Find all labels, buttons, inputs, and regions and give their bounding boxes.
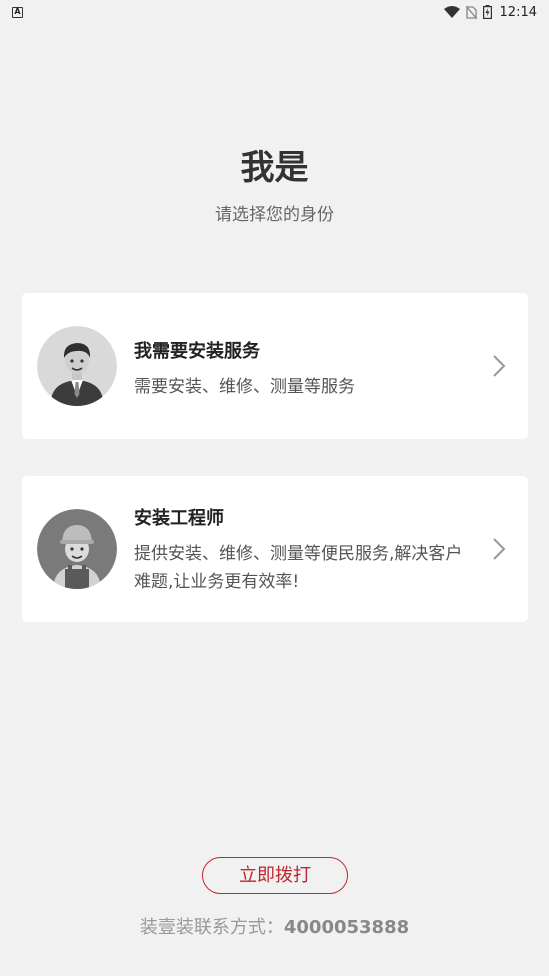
wifi-icon xyxy=(443,6,460,18)
status-right: 12:14 xyxy=(443,4,537,20)
clock: 12:14 xyxy=(499,4,537,20)
businessman-avatar-icon xyxy=(37,326,117,406)
notification-icon: A xyxy=(12,6,23,18)
status-left: A xyxy=(12,6,23,18)
chevron-right-icon xyxy=(493,355,506,377)
option-card-engineer[interactable]: 安装工程师 提供安装、维修、测量等便民服务,解决客户难题,让业务更有效率! xyxy=(22,476,528,622)
call-now-button[interactable]: 立即拨打 xyxy=(202,857,348,894)
option-text: 安装工程师 提供安装、维修、测量等便民服务,解决客户难题,让业务更有效率! xyxy=(134,504,478,596)
option-desc: 需要安装、维修、测量等服务 xyxy=(134,377,355,397)
contact-phone[interactable]: 4000053888 xyxy=(284,917,409,938)
status-bar: A 12:14 xyxy=(0,0,549,24)
option-title: 我需要安装服务 xyxy=(134,341,260,362)
engineer-avatar-icon xyxy=(37,509,117,589)
option-card-customer[interactable]: 我需要安装服务 需要安装、维修、测量等服务 xyxy=(22,293,528,439)
no-sim-icon xyxy=(465,5,477,19)
contact-label: 装壹装联系方式： xyxy=(139,917,284,938)
option-title: 安装工程师 xyxy=(134,508,224,529)
page-title: 我是 xyxy=(240,148,309,188)
option-desc: 提供安装、维修、测量等便民服务,解决客户难题,让业务更有效率! xyxy=(134,544,463,592)
page-subtitle: 请选择您的身份 xyxy=(215,205,334,225)
contact-info: 装壹装联系方式：4000053888 xyxy=(0,913,549,939)
battery-charging-icon xyxy=(482,5,492,19)
chevron-right-icon xyxy=(493,538,506,560)
option-text: 我需要安装服务 需要安装、维修、测量等服务 xyxy=(134,337,478,401)
